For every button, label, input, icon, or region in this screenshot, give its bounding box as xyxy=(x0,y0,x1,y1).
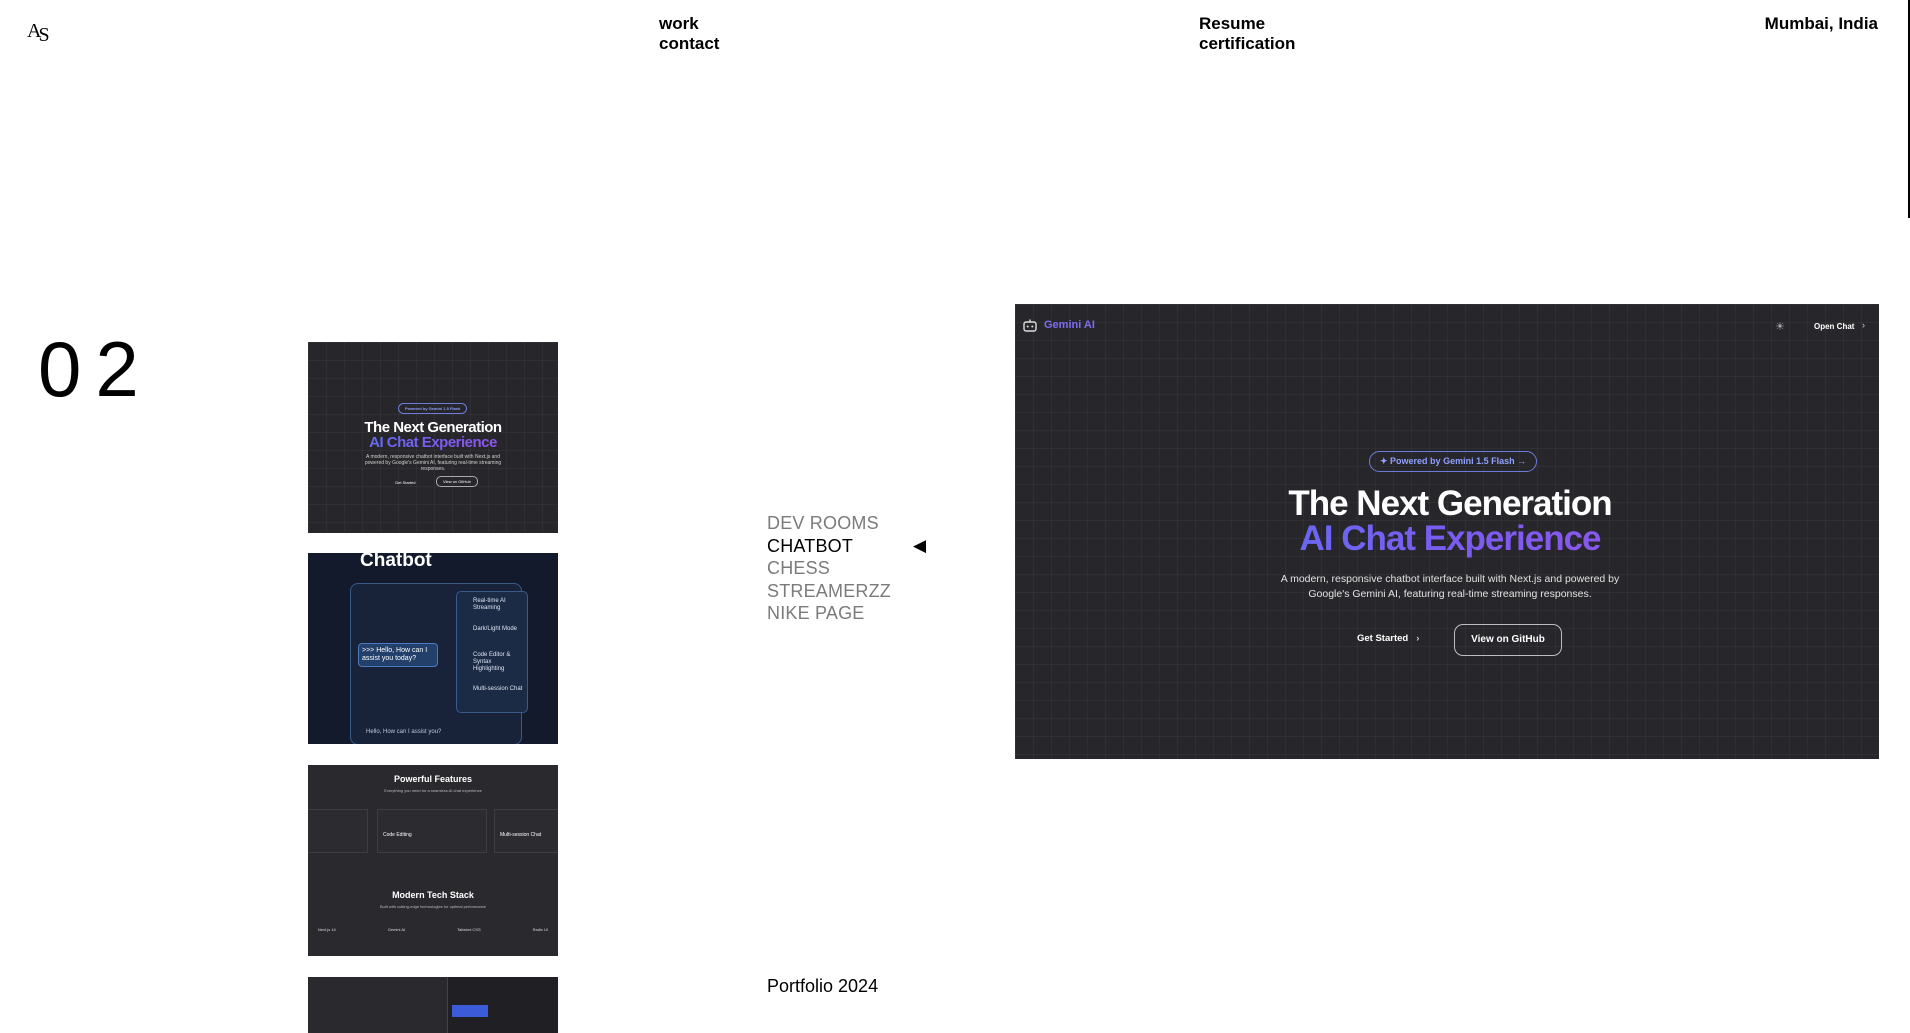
project-chess[interactable]: CHESS xyxy=(767,557,891,580)
project-chatbot[interactable]: CHATBOT xyxy=(767,535,891,558)
robot-icon xyxy=(1023,319,1037,332)
nav-contact[interactable]: contact xyxy=(659,34,719,54)
thumb-stack-heading: Modern Tech Stack xyxy=(392,890,474,900)
thumb-input-hint: Hello, How can I assist you? xyxy=(366,729,442,735)
thumb-get-started: Get Started xyxy=(395,480,416,485)
thumbnail-editor[interactable] xyxy=(308,977,558,1033)
thumb-pill: Powered by Gemini 1.5 Flash xyxy=(398,403,468,414)
get-started-button: Get Started › xyxy=(1357,633,1420,644)
thumbnail-chatbot[interactable]: Chatbot Real-time AI Streaming Dark/Ligh… xyxy=(308,553,558,744)
project-list: DEV ROOMS CHATBOT CHESS STREAMERZZ NIKE … xyxy=(767,512,891,625)
preview-title-gradient: AI Chat Experience xyxy=(1015,519,1879,559)
preview-brand: Gemini AI xyxy=(1044,319,1095,331)
thumb-greeting: >>> Hello, How can I assist you today? xyxy=(358,643,438,667)
thumb-features-heading: Powerful Features xyxy=(393,774,473,784)
footer-portfolio-year: Portfolio 2024 xyxy=(767,976,879,996)
preview-description: A modern, responsive chatbot interface b… xyxy=(1280,573,1620,600)
thumb-editor-pane xyxy=(447,977,558,1033)
nav-work[interactable]: work xyxy=(659,14,719,34)
nav-resume[interactable]: Resume xyxy=(1199,14,1295,34)
thumb-features-sub: Everything you need for a seamless AI ch… xyxy=(384,788,482,793)
sparkle-icon: ✦ xyxy=(1380,456,1391,466)
logo[interactable]: AS xyxy=(27,20,50,46)
thumbnail-hero[interactable]: Powered by Gemini 1.5 Flash The Next Gen… xyxy=(308,342,558,533)
view-github-button: View on GitHub xyxy=(1454,624,1562,656)
project-dev-rooms[interactable]: DEV ROOMS xyxy=(767,512,891,535)
thumb-stack-sub: Built with cutting-edge technologies for… xyxy=(379,904,487,909)
preview-title: The Next Generation xyxy=(1288,484,1612,523)
thumbnail-features[interactable]: Powerful Features Everything you need fo… xyxy=(308,765,558,956)
section-number: 02 xyxy=(38,325,153,413)
thumb-card: Code Editing xyxy=(377,809,487,853)
project-streamerzz[interactable]: STREAMERZZ xyxy=(767,580,891,603)
arrow-right-icon: → xyxy=(1514,456,1527,466)
project-nike-page[interactable]: NIKE PAGE xyxy=(767,602,891,625)
thumb-chatbot-title: Chatbot xyxy=(360,553,432,571)
thumb-stack-row: Next.js 14 Gemini AI Tailwind CSS Radix … xyxy=(318,927,548,932)
chevron-right-icon: › xyxy=(1416,633,1420,644)
thumb-card xyxy=(308,809,368,853)
thumb-github: View on GitHub xyxy=(436,476,478,487)
location-label: Mumbai, India xyxy=(1764,14,1878,33)
theme-toggle-icon: ☀ xyxy=(1775,321,1785,333)
active-project-indicator-icon: ◀ xyxy=(913,536,927,555)
preview-pill: ✦ Powered by Gemini 1.5 Flash → xyxy=(1369,451,1538,472)
nav-right: Resume certification xyxy=(1199,14,1295,54)
thumb-feature-panel: Real-time AI Streaming Dark/Light Mode C… xyxy=(456,591,528,713)
chevron-right-icon: › xyxy=(1862,320,1865,330)
nav-left: work contact xyxy=(659,14,719,54)
thumb-title-gradient: AI Chat Experience xyxy=(308,434,558,451)
thumb-card: Multi-session Chat xyxy=(494,809,558,853)
project-preview[interactable]: Gemini AI ☀ Open Chat › ✦ Powered by Gem… xyxy=(1015,304,1879,759)
open-chat-link: Open Chat xyxy=(1814,322,1855,331)
nav-certification[interactable]: certification xyxy=(1199,34,1295,54)
preview-pill-label: Powered by Gemini 1.5 Flash xyxy=(1390,456,1515,466)
thumb-description: A modern, responsive chatbot interface b… xyxy=(364,454,502,472)
